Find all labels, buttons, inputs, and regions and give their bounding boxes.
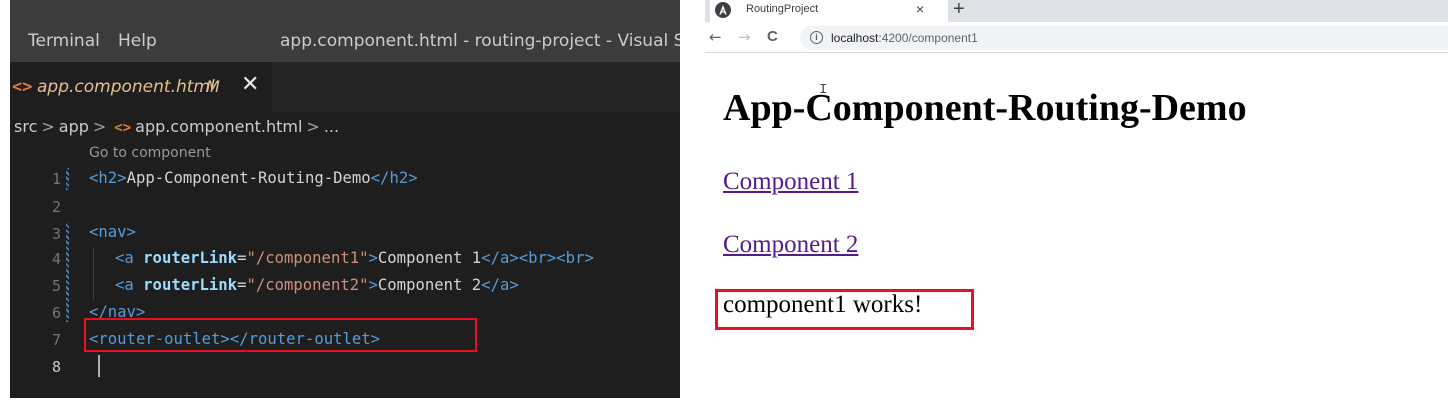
chevron-right-icon: > [92,117,107,136]
code-token: Component 1 [377,249,482,267]
line-number: 5 [51,277,61,295]
output-highlight-box [715,289,974,330]
vscode-window: Terminal Help app.component.html - routi… [10,0,680,398]
menu-terminal[interactable]: Terminal [28,31,100,51]
browser-tab-strip: RoutingProject × + [705,0,1448,22]
angular-icon [715,2,731,18]
url-host: localhost [831,31,879,45]
window-title: app.component.html - routing-project - V… [280,31,680,51]
line-number-active: 8 [51,358,61,376]
url-text[interactable]: localhost:4200/component1 [831,31,978,45]
vscode-titlebar: Terminal Help app.component.html - routi… [10,0,680,62]
code-token: routerLink [143,276,238,294]
editor-tab-app-component[interactable]: <> app.component.html M ✕ [10,62,272,112]
git-modified-marker [66,222,69,322]
router-outlet-highlight-box [84,318,477,352]
line-number: 1 [51,170,61,188]
codelens-go-to-component[interactable]: Go to component [89,145,211,161]
code-line-3[interactable]: <nav> [89,223,136,241]
line-number: 2 [51,198,61,216]
breadcrumb-app[interactable]: app [59,117,89,136]
link-component-2[interactable]: Component 2 [723,231,858,259]
close-icon[interactable]: × [916,1,924,17]
line-number: 7 [51,331,61,349]
code-token: </a> [481,276,519,294]
browser-tab-routing-project[interactable]: RoutingProject × [710,0,948,22]
code-token: <a [115,249,134,267]
code-token: <nav> [89,223,136,241]
url-path: :4200/component1 [878,31,978,45]
html-file-icon: <> [12,77,33,97]
code-token: </a><br><br> [481,249,594,267]
breadcrumb: src > app > <> app.component.html >... [14,117,339,136]
line-number: 3 [51,225,61,243]
page-title: App-Component-Routing-Demo [723,87,1247,129]
code-line-5[interactable]: <a routerLink="/component2">Component 2<… [115,276,519,294]
indent-guide [93,248,94,300]
menu-help[interactable]: Help [118,31,157,51]
browser-toolbar: ← → C i localhost:4200/component1 [705,22,1448,53]
line-number: 6 [51,304,61,322]
code-token: > [368,276,378,294]
breadcrumb-file[interactable]: app.component.html [135,117,302,136]
link-component-1[interactable]: Component 1 [723,168,858,196]
code-token: <h2> [89,169,127,187]
code-token: routerLink [143,249,238,267]
code-token: Component 2 [377,276,482,294]
forward-arrow-icon[interactable]: → [738,28,751,46]
reload-icon[interactable]: C [767,28,778,45]
line-number: 4 [51,250,61,268]
text-cursor [98,355,100,377]
editor-tab-bar: <> app.component.html M ✕ [10,62,680,112]
breadcrumb-symbols[interactable]: ... [324,117,339,136]
code-token: > [368,249,378,267]
new-tab-button[interactable]: + [953,0,965,21]
git-modified-marker [66,168,69,190]
code-token: </h2> [370,169,418,187]
browser-tab-title: RoutingProject [746,3,819,15]
code-line-1[interactable]: <h2>App-Component-Routing-Demo</h2> [89,169,418,187]
breadcrumb-src[interactable]: src [14,117,37,136]
info-icon[interactable]: i [810,31,823,44]
address-bar[interactable]: i localhost:4200/component1 [800,26,1448,50]
text-cursor-ibeam-icon: I [819,82,828,98]
tab-filename: app.component.html [37,77,215,97]
chevron-right-icon: > [41,117,55,136]
code-token: App-Component-Routing-Demo [126,169,371,187]
browser-window: RoutingProject × + ← → C i localhost:420… [705,0,1448,410]
back-arrow-icon[interactable]: ← [709,28,722,46]
code-token: <a [115,276,134,294]
tab-modified-badge: M [206,77,220,96]
code-token: "/component2" [246,276,369,294]
code-token: "/component1" [246,249,369,267]
code-line-4[interactable]: <a routerLink="/component1">Component 1<… [115,249,594,267]
chevron-right-icon: > [306,117,320,136]
close-icon[interactable]: ✕ [241,72,259,97]
html-file-icon: <> [114,120,132,136]
